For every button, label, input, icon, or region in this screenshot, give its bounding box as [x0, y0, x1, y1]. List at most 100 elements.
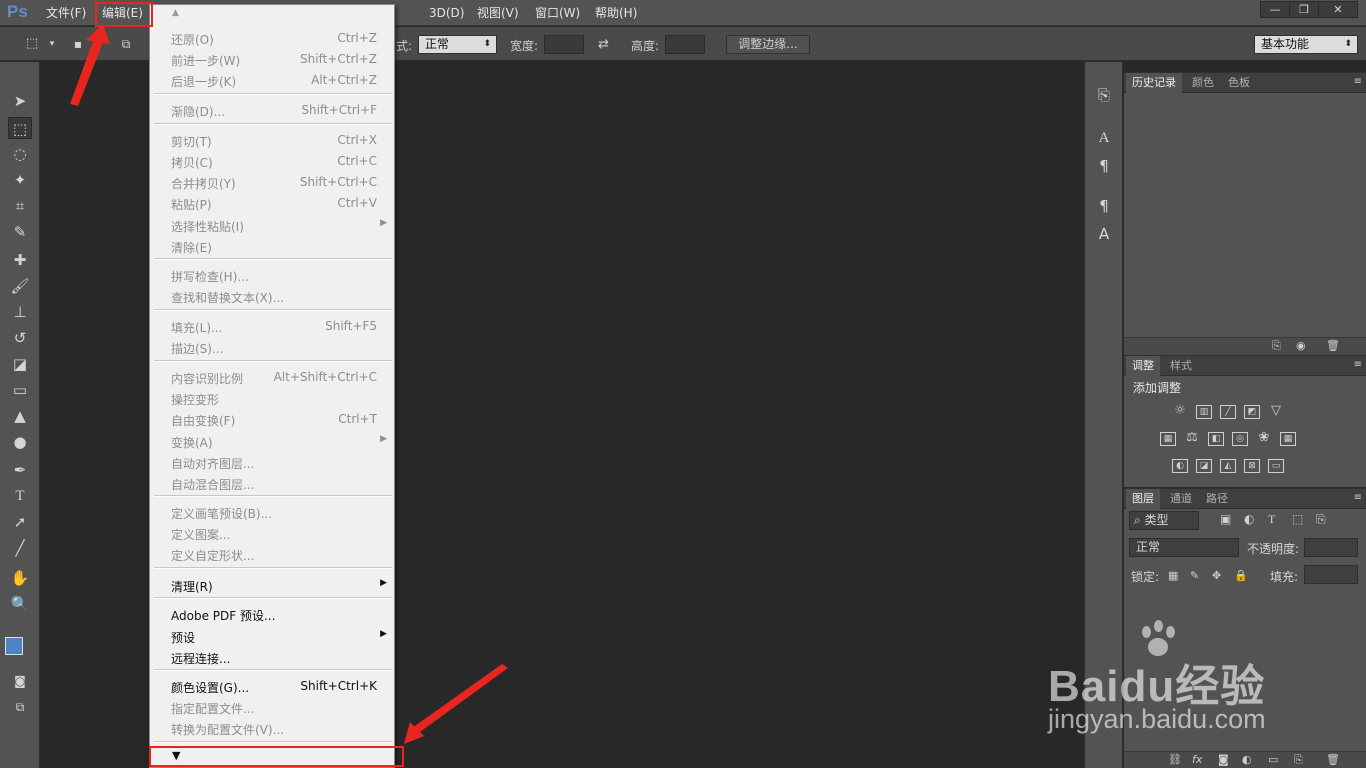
refine-edge-button[interactable]: 调整边缘... [726, 35, 810, 54]
marquee-tool-icon[interactable]: ⬚ [8, 117, 32, 139]
menu-item-fill[interactable]: 填充(L)... Shift+F5 [154, 316, 390, 336]
close-button[interactable]: ✕ [1318, 1, 1358, 18]
tab-paths[interactable]: 路径 [1200, 489, 1234, 509]
swap-icon[interactable]: ⇄ [598, 37, 609, 52]
vibrance-icon[interactable]: ▽ [1268, 404, 1284, 419]
menu-item-auto-blend[interactable]: 自动混合图层... [154, 473, 390, 493]
fx-icon[interactable]: fx [1192, 753, 1202, 766]
tab-adjustments[interactable]: 调整 [1126, 356, 1160, 376]
menu-item-undo[interactable]: 还原(O) Ctrl+Z [154, 28, 390, 48]
lock-position-icon[interactable]: ✥ [1212, 569, 1221, 582]
folder-icon[interactable]: ▭ [1268, 753, 1278, 766]
fill-input[interactable] [1304, 565, 1358, 584]
menu-item-cut[interactable]: 剪切(T) Ctrl+X [154, 130, 390, 150]
menu-item-presets[interactable]: 预设 ▶ [154, 626, 390, 646]
mask-icon[interactable]: ◙ [1218, 753, 1229, 766]
pen-tool-icon[interactable]: ✒ [8, 459, 32, 481]
history-brush-tool-icon[interactable]: ↺ [8, 327, 32, 349]
workspace-select[interactable]: 基本功能 ⬍ [1254, 35, 1358, 54]
curves-icon[interactable]: ╱ [1220, 405, 1236, 419]
photo-filter-icon[interactable]: ◎ [1232, 432, 1248, 446]
blend-mode-select[interactable]: 正常 [1129, 538, 1239, 557]
menu-window[interactable]: 窗口(W) [535, 5, 580, 21]
tab-channels[interactable]: 通道 [1164, 489, 1198, 509]
move-tool-icon[interactable]: ➤ [8, 90, 32, 112]
quick-mask-icon[interactable]: ◙ [8, 670, 32, 692]
menu-item-stroke[interactable]: 描边(S)... [154, 337, 390, 357]
magic-wand-tool-icon[interactable]: ✦ [8, 169, 32, 191]
gradient-map-icon[interactable]: ⊠ [1244, 459, 1260, 473]
brightness-icon[interactable]: ☼ [1172, 404, 1188, 419]
menu-item-remote-connections[interactable]: 远程连接... [154, 647, 390, 667]
trash-icon[interactable]: 🗑 [1326, 753, 1340, 766]
adjustment-layer-icon[interactable]: ◐ [1242, 753, 1252, 766]
new-document-icon[interactable]: ⎘ [1272, 339, 1281, 353]
smart-object-filter-icon[interactable]: ⎘ [1316, 512, 1326, 527]
foreground-color-swatch[interactable] [5, 637, 23, 655]
tab-color[interactable]: 颜色 [1186, 73, 1220, 93]
history-panel-icon[interactable]: ⎘ [1093, 84, 1115, 106]
color-lookup-icon[interactable]: ▦ [1280, 432, 1296, 446]
paragraph-panel-icon[interactable]: ¶ [1093, 155, 1115, 177]
lasso-tool-icon[interactable]: ◌ [8, 143, 32, 165]
new-layer-icon[interactable]: ⎘ [1294, 753, 1303, 767]
subtract-selection-icon[interactable]: ⧉ [114, 33, 138, 55]
menu-item-transform[interactable]: 变换(A) ▶ [154, 431, 390, 451]
lock-all-icon[interactable]: 🔒 [1234, 569, 1248, 582]
hand-tool-icon[interactable]: ✋ [8, 567, 32, 589]
menu-item-content-aware-scale[interactable]: 内容识别比例 Alt+Shift+Ctrl+C [154, 367, 390, 387]
menu-item-define-pattern[interactable]: 定义图案... [154, 523, 390, 543]
eyedropper-tool-icon[interactable]: ✎ [8, 221, 32, 243]
type-tool-icon[interactable]: T [8, 485, 32, 507]
lock-transparent-icon[interactable]: ▦ [1168, 569, 1178, 582]
line-tool-icon[interactable]: ╱ [8, 537, 32, 559]
height-input[interactable] [665, 35, 705, 54]
menu-item-fade[interactable]: 渐隐(D)... Shift+Ctrl+F [154, 100, 390, 120]
menu-item-step-forward[interactable]: 前进一步(W) Shift+Ctrl+Z [154, 49, 390, 69]
channel-mixer-icon[interactable]: ❀ [1256, 431, 1272, 446]
menu-item-copy-merged[interactable]: 合并拷贝(Y) Shift+Ctrl+C [154, 172, 390, 192]
screen-mode-icon[interactable]: ⧉ [8, 696, 32, 718]
tab-styles[interactable]: 样式 [1164, 356, 1198, 376]
menu-item-spell-check[interactable]: 拼写检查(H)... [154, 265, 390, 285]
invert-icon[interactable]: ◐ [1172, 459, 1188, 473]
menu-item-copy[interactable]: 拷贝(C) Ctrl+C [154, 151, 390, 171]
dodge-tool-icon[interactable]: ● [8, 431, 32, 453]
trash-icon[interactable]: 🗑 [1326, 339, 1340, 352]
lock-brush-icon[interactable]: ✎ [1190, 569, 1199, 582]
new-selection-icon[interactable]: ▪ [66, 33, 90, 55]
hue-saturation-icon[interactable]: ▦ [1160, 432, 1176, 446]
paragraph-styles-icon[interactable]: ¶ [1093, 195, 1115, 217]
zoom-tool-icon[interactable]: 🔍 [8, 593, 32, 615]
menu-item-clear[interactable]: 清除(E) [154, 236, 390, 256]
tab-layers[interactable]: 图层 [1126, 489, 1160, 509]
posterize-icon[interactable]: ◪ [1196, 459, 1212, 473]
menu-item-convert-profile[interactable]: 转换为配置文件(V)... [154, 718, 390, 738]
menu-item-find-replace[interactable]: 查找和替换文本(X)... [154, 286, 390, 306]
menu-item-define-brush[interactable]: 定义画笔预设(B)... [154, 502, 390, 522]
adjustment-filter-icon[interactable]: ◐ [1244, 512, 1254, 526]
character-panel-icon[interactable]: A [1093, 127, 1115, 149]
healing-brush-tool-icon[interactable]: ✚ [8, 249, 32, 271]
menu-help[interactable]: 帮助(H) [595, 5, 637, 21]
menu-item-step-backward[interactable]: 后退一步(K) Alt+Ctrl+Z [154, 70, 390, 90]
crop-tool-icon[interactable]: ⌗ [8, 195, 32, 217]
menu-item-free-transform[interactable]: 自由变换(F) Ctrl+T [154, 409, 390, 429]
opacity-input[interactable] [1304, 538, 1358, 557]
menu-file[interactable]: 文件(F) [46, 5, 86, 21]
scroll-up-icon[interactable]: ▲ [172, 8, 179, 18]
menu-item-puppet-warp[interactable]: 操控变形 [154, 388, 390, 408]
link-icon[interactable]: ⛓ [1168, 753, 1182, 766]
tab-history[interactable]: 历史记录 [1126, 73, 1182, 93]
width-input[interactable] [544, 35, 584, 54]
menu-item-color-settings[interactable]: 颜色设置(G)... Shift+Ctrl+K [154, 676, 390, 696]
panel-menu-icon[interactable]: ≡ [1354, 359, 1362, 370]
selective-color-icon[interactable]: ▭ [1268, 459, 1284, 473]
levels-icon[interactable]: ▥ [1196, 405, 1212, 419]
tab-swatches[interactable]: 色板 [1222, 73, 1256, 93]
menu-item-adobe-pdf-presets[interactable]: Adobe PDF 预设... [154, 604, 390, 624]
color-balance-icon[interactable]: ⚖ [1184, 431, 1200, 446]
menu-3d[interactable]: 3D(D) [429, 5, 464, 21]
pixel-filter-icon[interactable]: ▣ [1220, 512, 1231, 526]
gradient-tool-icon[interactable]: ▭ [8, 379, 32, 401]
